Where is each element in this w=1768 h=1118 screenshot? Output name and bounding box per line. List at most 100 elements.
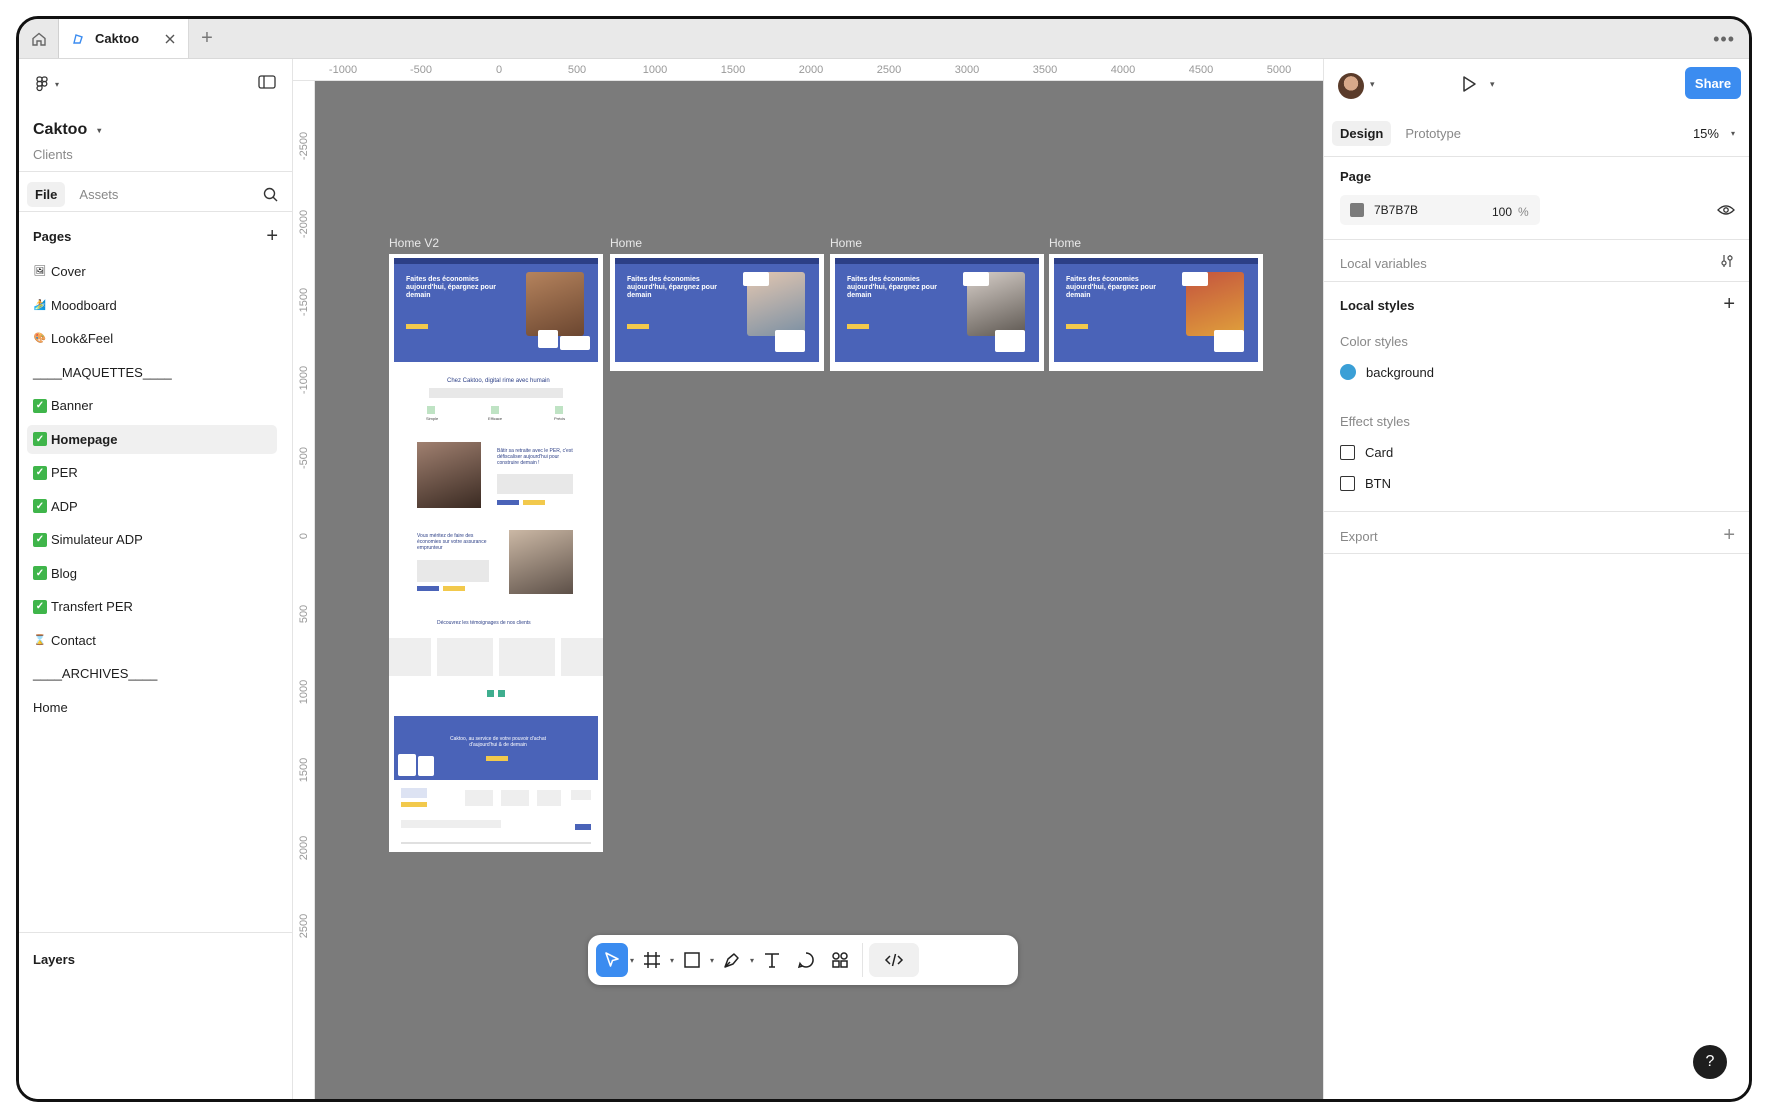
file-tab[interactable]: Caktoo xyxy=(59,19,189,58)
chevron-down-icon[interactable]: ▾ xyxy=(710,956,714,965)
close-icon[interactable] xyxy=(164,33,176,45)
text-block xyxy=(429,388,563,398)
toolbar-divider xyxy=(862,943,864,977)
vertical-ruler: -2500 -2000 -1500 -1000 -500 0 500 1000 1500 2000… xyxy=(293,81,315,1099)
page-item[interactable]: ✓ Transfert PER xyxy=(27,592,277,621)
home-tab[interactable] xyxy=(19,19,59,58)
tab-file[interactable]: File xyxy=(27,182,66,207)
section-title: Découvrez les témoignages de nos clients xyxy=(437,620,531,626)
chevron-down-icon[interactable]: ▾ xyxy=(630,956,634,965)
page-item[interactable]: ✓ Blog xyxy=(27,559,277,588)
page-item[interactable]: ✓ ADP xyxy=(27,492,277,521)
frame-tool-button[interactable] xyxy=(636,943,668,977)
tab-assets[interactable]: Assets xyxy=(71,182,126,207)
page-item[interactable]: 🏄 Moodboard xyxy=(27,291,277,320)
zoom-dropdown[interactable]: 15% ▾ xyxy=(1693,126,1735,141)
color-style-swatch xyxy=(1340,364,1356,380)
dev-mode-toggle[interactable] xyxy=(869,943,920,977)
search-button[interactable] xyxy=(263,187,278,207)
eye-icon xyxy=(1717,205,1735,215)
export-header[interactable]: Export xyxy=(1340,529,1378,544)
present-button[interactable] xyxy=(1460,75,1478,98)
tab-prototype[interactable]: Prototype xyxy=(1397,121,1469,146)
tab-design[interactable]: Design xyxy=(1332,121,1392,146)
frame-label[interactable]: Home xyxy=(830,236,862,250)
comment-tool-button[interactable] xyxy=(790,943,822,977)
page-item-label: Look&Feel xyxy=(51,331,114,346)
effect-style-item[interactable]: BTN xyxy=(1340,476,1391,491)
fill-hex-value[interactable]: 7B7B7B xyxy=(1374,203,1418,217)
horizontal-ruler: -1000 -500 0 500 1000 1500 2000 2500 3000 3500 400… xyxy=(293,59,1323,81)
page-item[interactable]: ✓ Banner xyxy=(27,391,277,420)
file-name[interactable]: Caktoo ▾ xyxy=(33,121,101,139)
local-variables-label[interactable]: Local variables xyxy=(1340,256,1427,271)
frame-home[interactable]: Faites des économies aujourd'hui, épargn… xyxy=(1049,254,1263,371)
section-title: Chez Caktoo, digital rime avec humain xyxy=(447,378,550,384)
page-item-label: Transfert PER xyxy=(51,599,133,614)
info-card xyxy=(963,272,989,286)
add-page-button[interactable]: + xyxy=(266,225,278,248)
ruler-tick-label: -1000 xyxy=(298,365,310,395)
chevron-down-icon[interactable]: ▾ xyxy=(670,956,674,965)
share-button[interactable]: Share xyxy=(1685,67,1741,99)
color-swatch[interactable] xyxy=(1350,203,1364,217)
frame-label[interactable]: Home xyxy=(610,236,642,250)
visibility-toggle[interactable] xyxy=(1717,203,1735,221)
tool-bar: ▾ ▾ ▾ ▾ xyxy=(588,935,1018,985)
color-styles-header: Color styles xyxy=(1340,334,1408,349)
button xyxy=(417,586,439,591)
page-item[interactable]: 🖼 Cover xyxy=(27,257,277,286)
variables-button[interactable] xyxy=(1719,253,1735,274)
help-button[interactable]: ? xyxy=(1693,1045,1727,1079)
page-item[interactable]: ⌛ Contact xyxy=(27,626,277,655)
chevron-down-icon[interactable]: ▾ xyxy=(1490,79,1495,90)
frame-home[interactable]: Faites des économies aujourd'hui, épargn… xyxy=(610,254,824,371)
project-name[interactable]: Clients xyxy=(33,147,73,162)
page-item[interactable]: ✓ PER xyxy=(27,458,277,487)
ruler-tick-label: 2000 xyxy=(298,835,310,861)
page-item[interactable]: ____ARCHIVES____ xyxy=(27,659,277,688)
pen-tool-button[interactable] xyxy=(716,943,748,977)
main-menu-button[interactable]: ▾ xyxy=(33,75,59,93)
more-menu-button[interactable]: ••• xyxy=(1713,29,1735,50)
page-item-label: Home xyxy=(33,699,68,715)
frame-label[interactable]: Home xyxy=(1049,236,1081,250)
avatar[interactable] xyxy=(1338,73,1364,99)
toggle-sidebar-button[interactable] xyxy=(258,75,276,94)
effect-style-item[interactable]: Card xyxy=(1340,445,1393,460)
frame-home-v2[interactable]: Faites des économies aujourd'hui, épargn… xyxy=(389,254,603,852)
ruler-tick-label: -1500 xyxy=(298,287,310,317)
fill-opacity-value[interactable]: 100 xyxy=(1492,205,1512,219)
new-tab-button[interactable]: + xyxy=(189,19,225,58)
page-item[interactable]: ✓ Simulateur ADP xyxy=(27,525,277,554)
info-card xyxy=(743,272,769,286)
hero-headline: Faites des économies aujourd'hui, épargn… xyxy=(406,276,496,299)
section-title: Bâtir sa retraite avec le PER, c'est déf… xyxy=(497,448,573,466)
chevron-down-icon[interactable]: ▾ xyxy=(1370,79,1375,90)
cta-button xyxy=(627,324,649,329)
effect-style-icon xyxy=(1340,476,1355,491)
local-styles-header: Local styles xyxy=(1340,298,1415,313)
shape-tool-button[interactable] xyxy=(676,943,708,977)
page-item[interactable]: ✓ Homepage xyxy=(27,424,277,454)
chevron-down-icon[interactable]: ▾ xyxy=(750,956,754,965)
ruler-tick-label: 2500 xyxy=(876,64,902,76)
text-tool-button[interactable] xyxy=(756,943,788,977)
add-style-button[interactable]: + xyxy=(1723,293,1735,316)
page-item[interactable]: ____MAQUETTES____ xyxy=(27,358,277,387)
text-block xyxy=(417,560,489,582)
actions-tool-button[interactable] xyxy=(824,943,856,977)
add-export-button[interactable]: + xyxy=(1723,524,1735,547)
frame-label[interactable]: Home V2 xyxy=(389,236,439,250)
site-nav xyxy=(1054,258,1258,264)
step-label: Efficace xyxy=(488,416,503,421)
tab-title: Caktoo xyxy=(95,31,140,46)
color-style-item[interactable]: background xyxy=(1340,364,1434,380)
section-title: Vous méritez de faire des économies sur … xyxy=(417,533,487,551)
ruler-tick-label: 4500 xyxy=(1188,64,1214,76)
ruler-tick-label: 1500 xyxy=(298,757,310,783)
page-item[interactable]: Home xyxy=(27,693,277,722)
page-item[interactable]: 🎨 Look&Feel xyxy=(27,324,277,353)
move-tool-button[interactable] xyxy=(596,943,628,977)
frame-home[interactable]: Faites des économies aujourd'hui, épargn… xyxy=(830,254,1044,371)
